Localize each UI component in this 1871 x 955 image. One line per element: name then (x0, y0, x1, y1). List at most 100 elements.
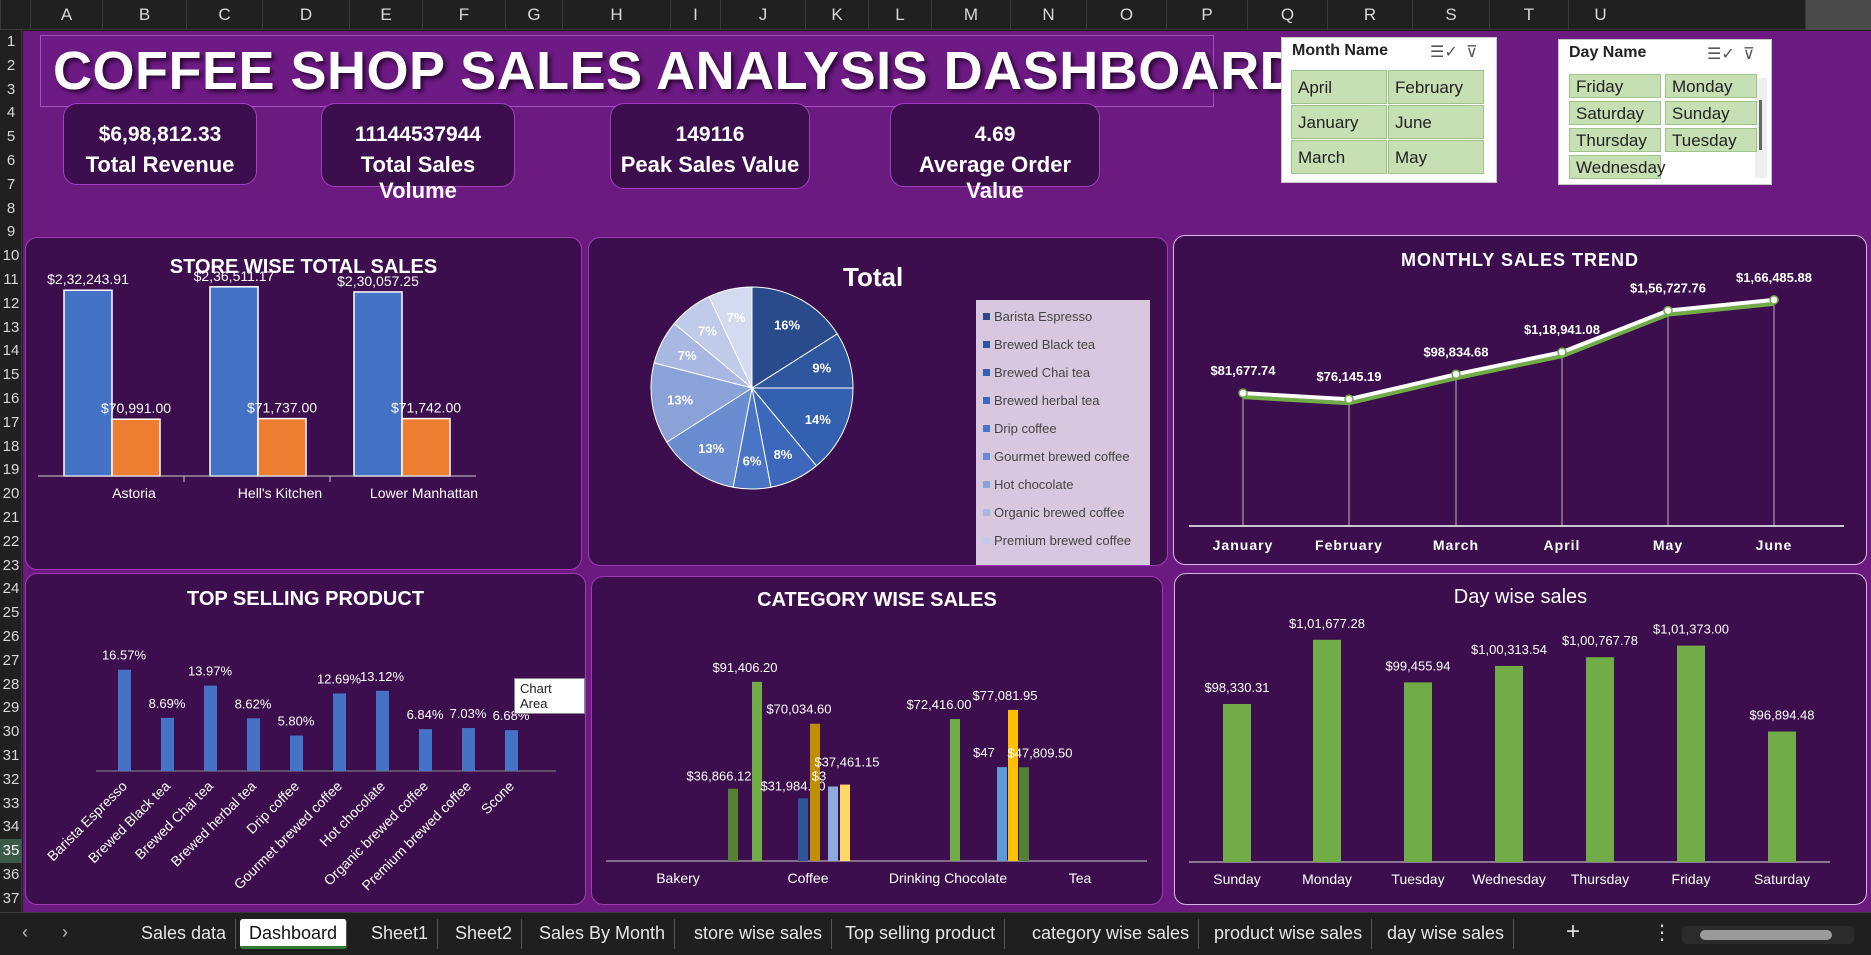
select-all-corner[interactable] (0, 0, 30, 30)
monthly-trend-chart[interactable]: $81,677.74 January $76,145.19 February $98,8… (1174, 236, 1868, 566)
column-header[interactable]: H (562, 0, 670, 30)
column-header[interactable]: A (30, 0, 102, 30)
row-header[interactable]: 4 (0, 101, 22, 125)
category-bar[interactable] (950, 719, 960, 861)
day-bar[interactable] (1768, 731, 1796, 862)
trend-point[interactable] (1769, 295, 1779, 305)
next-sheet-icon[interactable]: › (62, 922, 68, 943)
sheet-tab[interactable]: Sales data (132, 919, 237, 949)
row-header[interactable]: 15 (0, 363, 22, 387)
row-header[interactable]: 25 (0, 601, 22, 625)
slicer-item[interactable]: Tuesday (1665, 128, 1757, 152)
kpi-average-order-value[interactable]: 4.69 Average Order Value (890, 103, 1100, 203)
store-bar[interactable] (209, 286, 259, 477)
slicer-item[interactable]: February (1388, 70, 1484, 104)
row-header[interactable]: 5 (0, 125, 22, 149)
slicer-item[interactable]: Sunday (1665, 101, 1757, 125)
trend-point[interactable] (1238, 388, 1248, 398)
sheet-tab[interactable]: Dashboard (240, 919, 348, 949)
day-bar[interactable] (1495, 665, 1523, 862)
kpi-total-sales-volume[interactable]: 11144537944 Total Sales Volume (321, 103, 515, 203)
day-sales-chart[interactable]: $98,330.31 Sunday $1,01,677.28 Monday $99,45… (1175, 574, 1868, 906)
category-bar[interactable] (840, 784, 850, 861)
monthly-trend-panel[interactable]: MONTHLY SALES TREND $81,677.74 January $76… (1173, 235, 1867, 565)
day-bar[interactable] (1223, 703, 1251, 862)
slicer-item[interactable]: Thursday (1569, 128, 1661, 152)
column-header[interactable]: P (1166, 0, 1247, 30)
row-header[interactable]: 16 (0, 387, 22, 411)
row-header[interactable]: 9 (0, 220, 22, 244)
column-header[interactable]: R (1327, 0, 1412, 30)
day-bar[interactable] (1404, 682, 1432, 862)
product-bar[interactable] (376, 690, 389, 771)
row-header[interactable]: 32 (0, 768, 22, 792)
more-options-icon[interactable]: ⋮ (1652, 920, 1672, 945)
row-header[interactable]: 33 (0, 792, 22, 816)
kpi-peak-sales-value[interactable]: 149116 Peak Sales Value (610, 103, 810, 189)
clear-filter-icon[interactable]: ⊽ (1466, 42, 1478, 62)
slicer-item[interactable]: Friday (1569, 74, 1661, 98)
column-header[interactable]: L (868, 0, 931, 30)
row-header[interactable]: 36 (0, 863, 22, 887)
slicer-item[interactable]: May (1388, 140, 1484, 174)
column-header[interactable]: S (1412, 0, 1489, 30)
store-sales-chart[interactable]: $2,32,243.91 $70,991.00 Astoria $2,36,511.1… (26, 238, 583, 571)
product-bar[interactable] (462, 728, 475, 771)
sheet-tab[interactable]: Sheet2 (446, 919, 523, 949)
column-header[interactable]: B (102, 0, 186, 30)
column-header[interactable]: J (720, 0, 805, 30)
column-header[interactable]: G (505, 0, 562, 30)
add-sheet-icon[interactable]: + (1566, 918, 1580, 946)
column-header[interactable]: C (186, 0, 262, 30)
row-header[interactable]: 17 (0, 411, 22, 435)
category-bar[interactable] (728, 788, 738, 861)
row-header[interactable]: 7 (0, 173, 22, 197)
sheet-tab[interactable]: store wise sales (685, 919, 833, 949)
scrollbar-thumb[interactable] (1700, 930, 1832, 940)
row-header[interactable]: 31 (0, 744, 22, 768)
store-sales-panel[interactable]: STORE WISE TOTAL SALES $2,32,243.91 $70,9… (25, 237, 582, 570)
column-header[interactable]: U (1568, 0, 1632, 30)
trend-point[interactable] (1344, 394, 1354, 404)
title-box[interactable]: COFFEE SHOP SALES ANALYSIS DASHBOARD (40, 35, 1299, 107)
category-bar[interactable] (810, 723, 820, 861)
category-bar[interactable] (752, 681, 762, 861)
column-header[interactable]: D (262, 0, 349, 30)
store-bar[interactable] (63, 289, 113, 477)
category-panel[interactable]: CATEGORY WISE SALES $36,866.12 $91,406.20… (591, 576, 1163, 905)
store-bar[interactable] (257, 417, 307, 477)
slicer-item[interactable]: January (1291, 105, 1387, 139)
sheet-tab[interactable]: product wise sales (1205, 919, 1373, 949)
row-header[interactable]: 35 (0, 839, 22, 863)
product-bar[interactable] (419, 729, 432, 771)
column-header[interactable]: T (1489, 0, 1568, 30)
row-header[interactable]: 20 (0, 482, 22, 506)
day-bar[interactable] (1677, 645, 1705, 862)
trend-line[interactable] (1242, 297, 1775, 402)
slicer-item[interactable]: March (1291, 140, 1387, 174)
row-header[interactable]: 22 (0, 530, 22, 554)
column-header[interactable]: K (805, 0, 868, 30)
multi-select-icon[interactable]: ☰✓ (1430, 42, 1458, 62)
trend-point[interactable] (1663, 305, 1673, 316)
row-header[interactable]: 18 (0, 435, 22, 459)
trend-point[interactable] (1557, 347, 1567, 357)
category-bar[interactable] (1019, 767, 1029, 861)
sheet-tab[interactable]: category wise sales (1023, 919, 1200, 949)
store-bar[interactable] (353, 291, 403, 477)
category-bar[interactable] (997, 767, 1007, 861)
row-header[interactable]: 23 (0, 554, 22, 578)
product-bar[interactable] (290, 735, 303, 771)
column-header[interactable]: E (349, 0, 422, 30)
category-bar[interactable] (798, 798, 808, 861)
row-header[interactable]: 19 (0, 458, 22, 482)
row-header[interactable]: 14 (0, 339, 22, 363)
day-sales-panel[interactable]: Day wise sales $98,330.31 Sunday $1,01,677… (1174, 573, 1867, 905)
store-bar[interactable] (111, 418, 161, 477)
product-bar[interactable] (204, 685, 217, 771)
sheet-tab[interactable]: Sheet1 (362, 919, 439, 949)
slicer-item[interactable]: Saturday (1569, 101, 1661, 125)
row-header[interactable]: 12 (0, 292, 22, 316)
multi-select-icon[interactable]: ☰✓ (1707, 44, 1735, 64)
sheet-tab[interactable]: Top selling product (836, 919, 1006, 949)
